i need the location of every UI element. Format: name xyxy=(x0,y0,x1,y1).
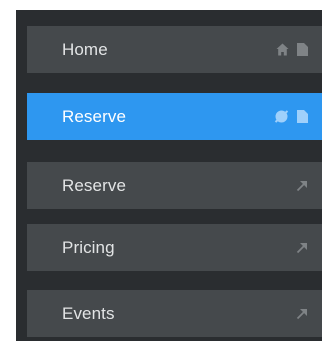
nav-item-reserve[interactable]: Reserve xyxy=(27,162,322,209)
nav-item-home[interactable]: Home xyxy=(27,26,322,73)
nav-item-label: Reserve xyxy=(62,175,127,195)
hidden-icon[interactable] xyxy=(274,110,289,123)
nav-item-label: Reserve xyxy=(62,106,127,126)
nav-item-label: Home xyxy=(62,39,108,59)
nav-item-pricing[interactable]: Pricing xyxy=(27,224,322,271)
page-navigation-panel: Home Reserve Reserve Pricing Events xyxy=(16,10,322,341)
nav-item-reserve-active[interactable]: Reserve xyxy=(27,93,322,140)
page-icon xyxy=(297,43,308,56)
nav-item-label: Events xyxy=(62,303,115,323)
external-link-icon xyxy=(296,308,308,320)
nav-item-events[interactable]: Events xyxy=(27,290,322,337)
page-icon xyxy=(297,110,308,123)
nav-item-icons xyxy=(296,290,308,337)
nav-item-label: Pricing xyxy=(62,237,115,257)
external-link-icon xyxy=(296,180,308,192)
external-link-icon xyxy=(296,242,308,254)
nav-item-icons xyxy=(276,26,308,73)
home-icon xyxy=(276,43,289,56)
nav-item-icons xyxy=(296,224,308,271)
nav-item-icons xyxy=(296,162,308,209)
nav-item-icons xyxy=(274,93,308,140)
